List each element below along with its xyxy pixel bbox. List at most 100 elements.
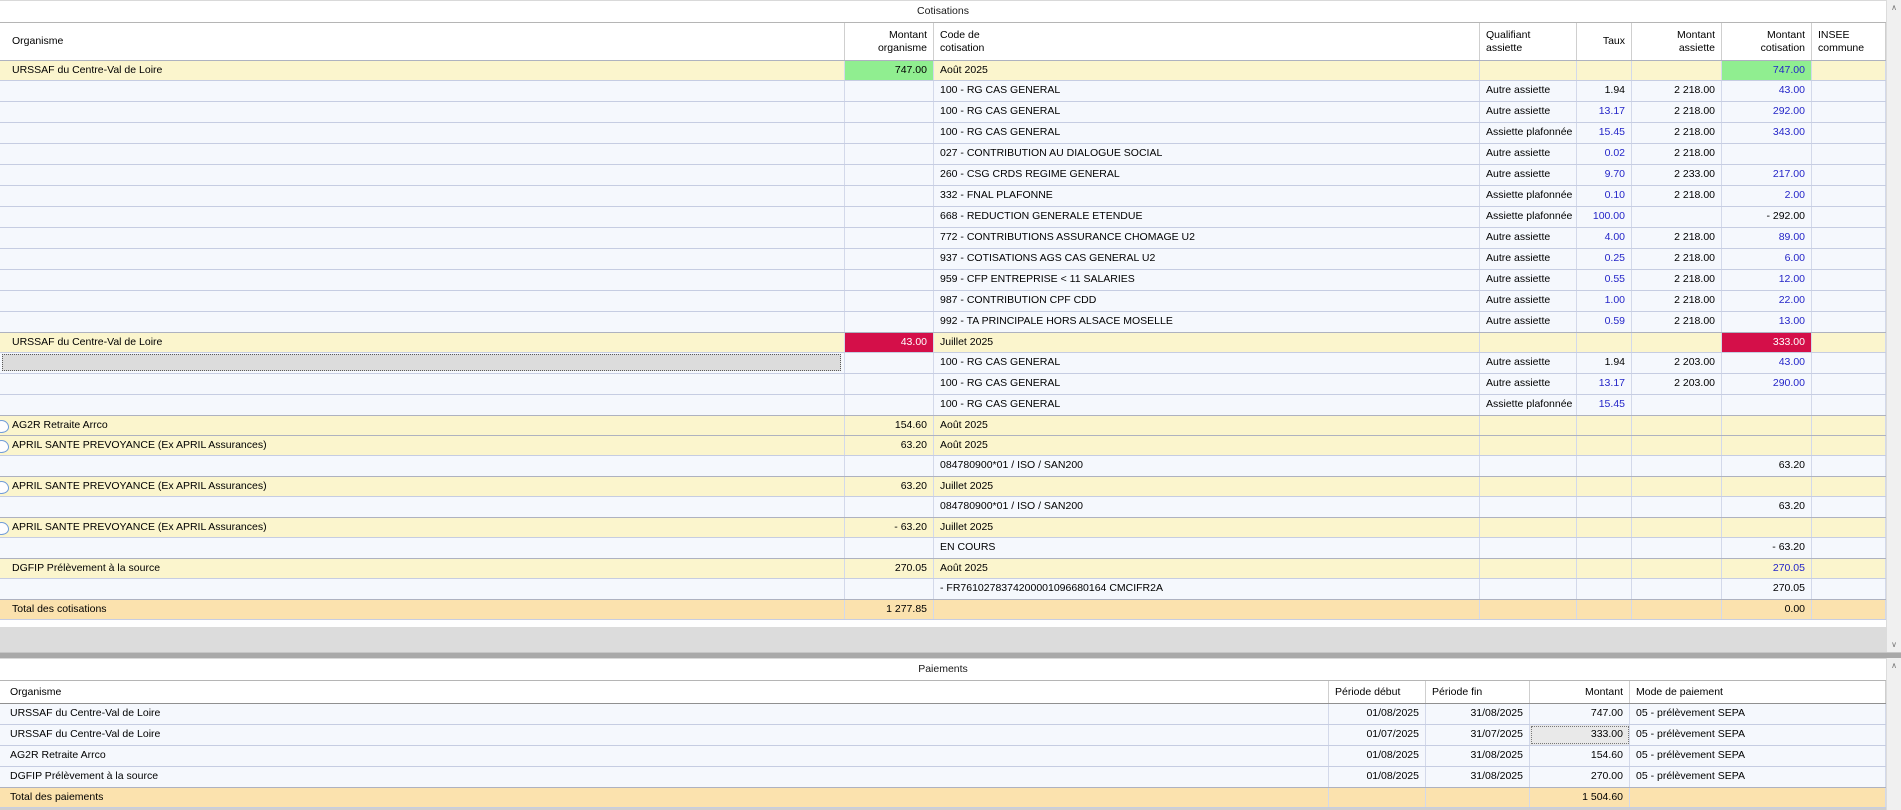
code-cotisation-cell[interactable]: 100 - RG CAS GENERAL bbox=[934, 353, 1480, 373]
periode-debut-cell[interactable]: 01/08/2025 bbox=[1329, 704, 1426, 724]
code-cotisation-cell[interactable]: 937 - COTISATIONS AGS CAS GENERAL U2 bbox=[934, 249, 1480, 269]
montant-organisme-cell[interactable] bbox=[845, 81, 934, 101]
table-row[interactable]: 100 - RG CAS GENERAL Assiette plafonnée 15… bbox=[0, 395, 1886, 416]
qualifiant-assiette-cell[interactable] bbox=[1480, 497, 1577, 517]
periode-fin-cell[interactable]: 31/07/2025 bbox=[1426, 725, 1530, 745]
montant-cotisation-cell[interactable] bbox=[1722, 416, 1812, 435]
organisme-cell[interactable] bbox=[0, 186, 845, 206]
montant-cotisation-cell[interactable]: 89.00 bbox=[1722, 228, 1812, 248]
montant-assiette-cell[interactable]: 2 218.00 bbox=[1632, 123, 1722, 143]
mode-paiement-cell[interactable]: 05 - prélèvement SEPA bbox=[1630, 704, 1886, 724]
column-header-organisme[interactable]: Organisme bbox=[0, 23, 845, 60]
table-row[interactable]: URSSAF du Centre-Val de Loire 43.00 Juille… bbox=[0, 332, 1886, 353]
insee-commune-cell[interactable] bbox=[1812, 333, 1886, 352]
code-cotisation-cell[interactable]: 959 - CFP ENTREPRISE < 11 SALARIES bbox=[934, 270, 1480, 290]
taux-cell[interactable]: 0.02 bbox=[1577, 144, 1632, 164]
table-row[interactable]: 260 - CSG CRDS REGIME GENERAL Autre assie… bbox=[0, 165, 1886, 186]
montant-assiette-cell[interactable] bbox=[1632, 333, 1722, 352]
code-cotisation-cell[interactable]: 668 - REDUCTION GENERALE ETENDUE bbox=[934, 207, 1480, 227]
qualifiant-assiette-cell[interactable]: Autre assiette bbox=[1480, 374, 1577, 394]
code-cotisation-cell[interactable]: - FR7610278374200001096680164 CMCIFR2A bbox=[934, 579, 1480, 599]
taux-cell[interactable]: 100.00 bbox=[1577, 207, 1632, 227]
montant-organisme-cell[interactable] bbox=[845, 102, 934, 122]
organisme-cell[interactable]: DGFIP Prélèvement à la source bbox=[0, 767, 1329, 787]
qualifiant-assiette-cell[interactable]: Autre assiette bbox=[1480, 291, 1577, 311]
montant-organisme-cell[interactable] bbox=[845, 228, 934, 248]
code-cotisation-cell[interactable]: 100 - RG CAS GENERAL bbox=[934, 81, 1480, 101]
montant-organisme-cell[interactable] bbox=[845, 579, 934, 599]
organisme-cell[interactable] bbox=[0, 165, 845, 185]
montant-cell[interactable]: 270.00 bbox=[1530, 767, 1630, 787]
table-row[interactable]: URSSAF du Centre-Val de Loire 01/07/2025 3… bbox=[0, 725, 1886, 746]
taux-cell[interactable]: 9.70 bbox=[1577, 165, 1632, 185]
qualifiant-assiette-cell[interactable]: Autre assiette bbox=[1480, 144, 1577, 164]
table-row[interactable]: URSSAF du Centre-Val de Loire 747.00 Août … bbox=[0, 60, 1886, 81]
qualifiant-assiette-cell[interactable] bbox=[1480, 600, 1577, 619]
montant-organisme-cell[interactable] bbox=[845, 291, 934, 311]
code-cotisation-cell[interactable]: 100 - RG CAS GENERAL bbox=[934, 395, 1480, 415]
taux-cell[interactable] bbox=[1577, 416, 1632, 435]
montant-cotisation-cell[interactable]: 63.20 bbox=[1722, 497, 1812, 517]
taux-cell[interactable]: 15.45 bbox=[1577, 123, 1632, 143]
mode-paiement-cell[interactable]: 05 - prélèvement SEPA bbox=[1630, 746, 1886, 766]
code-cotisation-cell[interactable]: EN COURS bbox=[934, 538, 1480, 558]
table-row[interactable]: APRIL SANTE PREVOYANCE (Ex APRIL Assuran… bbox=[0, 517, 1886, 538]
montant-assiette-cell[interactable]: 2 233.00 bbox=[1632, 165, 1722, 185]
organisme-cell[interactable]: URSSAF du Centre-Val de Loire bbox=[0, 704, 1329, 724]
montant-organisme-cell[interactable] bbox=[845, 538, 934, 558]
taux-cell[interactable]: 0.25 bbox=[1577, 249, 1632, 269]
montant-cotisation-cell[interactable]: 0.00 bbox=[1722, 600, 1812, 619]
insee-commune-cell[interactable] bbox=[1812, 395, 1886, 415]
insee-commune-cell[interactable] bbox=[1812, 102, 1886, 122]
montant-assiette-cell[interactable]: 2 218.00 bbox=[1632, 81, 1722, 101]
montant-assiette-cell[interactable] bbox=[1632, 416, 1722, 435]
periode-fin-cell[interactable]: 31/08/2025 bbox=[1426, 746, 1530, 766]
montant-organisme-cell[interactable] bbox=[845, 374, 934, 394]
montant-cell[interactable]: 333.00 bbox=[1530, 725, 1630, 745]
table-row[interactable]: AG2R Retraite Arrco 154.60 Août 2025 bbox=[0, 415, 1886, 436]
montant-organisme-cell[interactable] bbox=[845, 456, 934, 476]
montant-organisme-cell[interactable] bbox=[845, 123, 934, 143]
table-row[interactable]: 027 - CONTRIBUTION AU DIALOGUE SOCIAL Aut… bbox=[0, 144, 1886, 165]
qualifiant-assiette-cell[interactable]: Autre assiette bbox=[1480, 228, 1577, 248]
organisme-cell[interactable] bbox=[0, 123, 845, 143]
montant-cotisation-cell[interactable] bbox=[1722, 144, 1812, 164]
montant-cotisation-cell[interactable]: 290.00 bbox=[1722, 374, 1812, 394]
organisme-cell[interactable] bbox=[0, 374, 845, 394]
qualifiant-assiette-cell[interactable] bbox=[1480, 61, 1577, 80]
qualifiant-assiette-cell[interactable] bbox=[1480, 538, 1577, 558]
mode-paiement-cell[interactable]: 05 - prélèvement SEPA bbox=[1630, 725, 1886, 745]
code-cotisation-cell[interactable]: Juillet 2025 bbox=[934, 333, 1480, 352]
taux-cell[interactable] bbox=[1577, 497, 1632, 517]
taux-cell[interactable] bbox=[1577, 436, 1632, 455]
code-cotisation-cell[interactable]: 027 - CONTRIBUTION AU DIALOGUE SOCIAL bbox=[934, 144, 1480, 164]
code-cotisation-cell[interactable]: 992 - TA PRINCIPALE HORS ALSACE MOSELLE bbox=[934, 312, 1480, 332]
montant-cotisation-cell[interactable] bbox=[1722, 477, 1812, 496]
montant-cell[interactable]: 154.60 bbox=[1530, 746, 1630, 766]
qualifiant-assiette-cell[interactable]: Assiette plafonnée bbox=[1480, 123, 1577, 143]
table-row[interactable]: 084780900*01 / ISO / SAN200 63.20 bbox=[0, 456, 1886, 477]
qualifiant-assiette-cell[interactable]: Assiette plafonnée bbox=[1480, 395, 1577, 415]
organisme-cell[interactable] bbox=[0, 102, 845, 122]
insee-commune-cell[interactable] bbox=[1812, 61, 1886, 80]
organisme-cell[interactable]: APRIL SANTE PREVOYANCE (Ex APRIL Assuran… bbox=[0, 477, 845, 496]
montant-assiette-cell[interactable] bbox=[1632, 518, 1722, 537]
table-row[interactable]: DGFIP Prélèvement à la source 270.05 Août … bbox=[0, 558, 1886, 579]
qualifiant-assiette-cell[interactable] bbox=[1480, 477, 1577, 496]
insee-commune-cell[interactable] bbox=[1812, 456, 1886, 476]
insee-commune-cell[interactable] bbox=[1812, 186, 1886, 206]
table-row[interactable]: APRIL SANTE PREVOYANCE (Ex APRIL Assuran… bbox=[0, 476, 1886, 497]
qualifiant-assiette-cell[interactable]: Autre assiette bbox=[1480, 312, 1577, 332]
montant-cotisation-cell[interactable]: 22.00 bbox=[1722, 291, 1812, 311]
code-cotisation-cell[interactable]: Juillet 2025 bbox=[934, 477, 1480, 496]
montant-organisme-cell[interactable] bbox=[845, 186, 934, 206]
column-header-qualifiant[interactable]: Qualifiant assiette bbox=[1480, 23, 1577, 60]
insee-commune-cell[interactable] bbox=[1812, 538, 1886, 558]
organisme-cell[interactable]: URSSAF du Centre-Val de Loire bbox=[0, 61, 845, 80]
montant-organisme-cell[interactable] bbox=[845, 165, 934, 185]
table-row[interactable]: DGFIP Prélèvement à la source 01/08/2025 3… bbox=[0, 767, 1886, 788]
column-header-code-cotisation[interactable]: Code de cotisation bbox=[934, 23, 1480, 60]
column-header-montant-assiette[interactable]: Montant assiette bbox=[1632, 23, 1722, 60]
qualifiant-assiette-cell[interactable] bbox=[1480, 518, 1577, 537]
organisme-cell[interactable] bbox=[0, 81, 845, 101]
